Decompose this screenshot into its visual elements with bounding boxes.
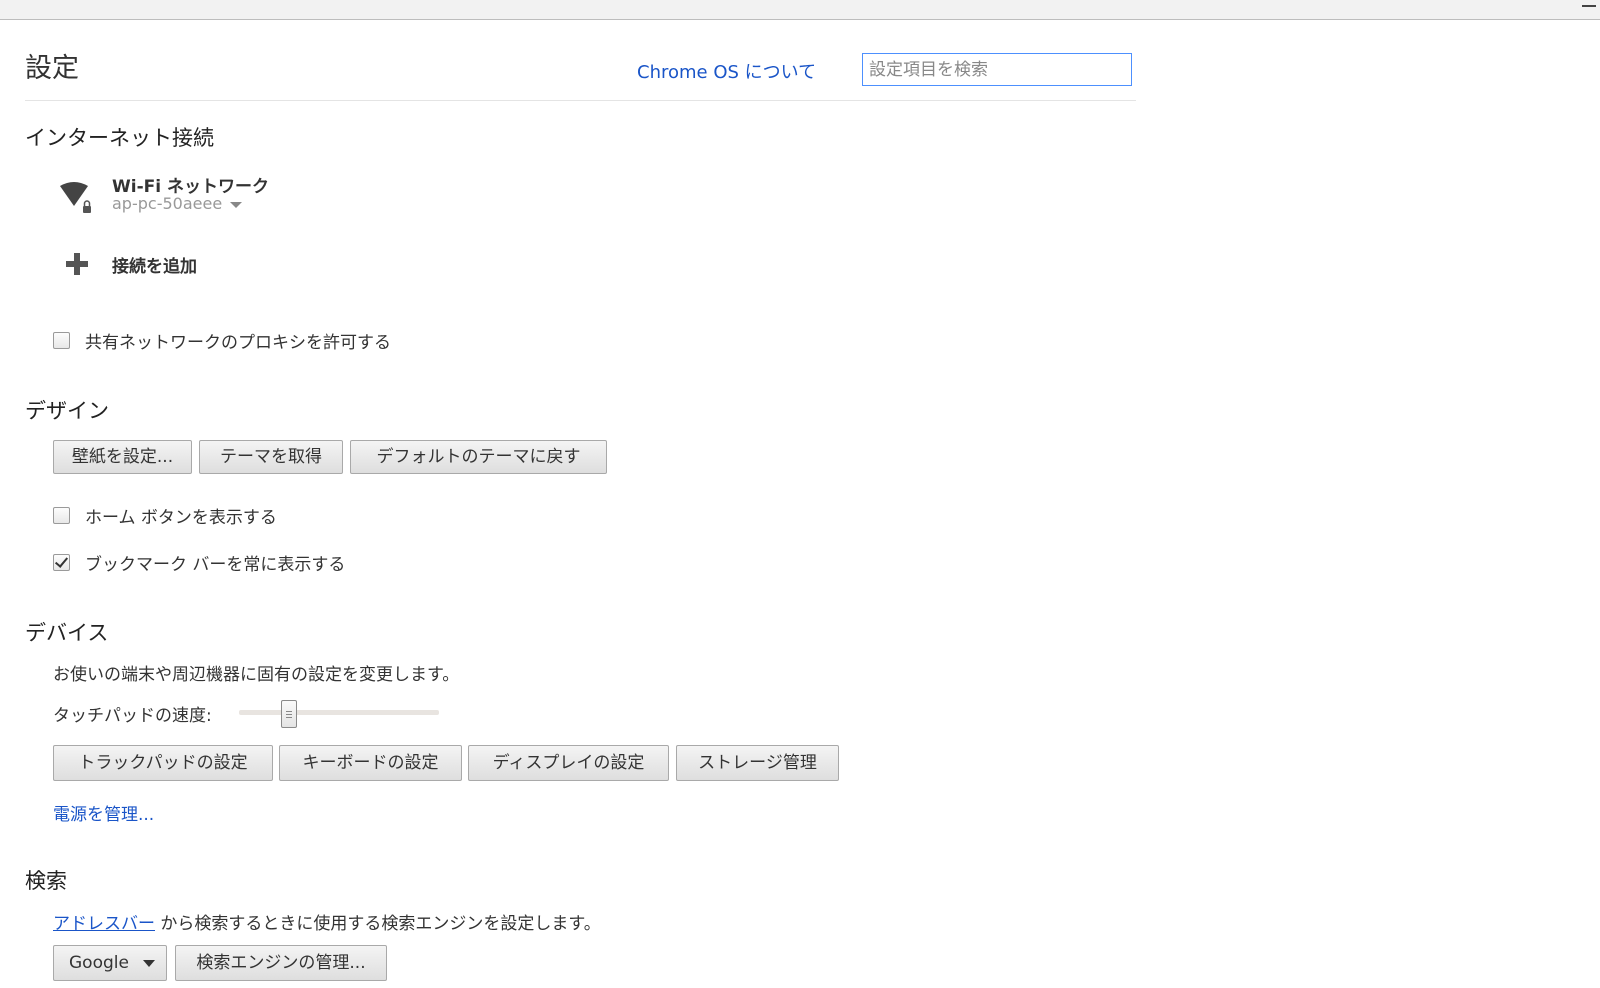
wifi-signal-icon xyxy=(60,182,91,213)
keyboard-settings-button[interactable]: キーボードの設定 xyxy=(279,745,462,781)
search-engine-selected: Google xyxy=(69,953,129,973)
manage-search-engines-button[interactable]: 検索エンジンの管理... xyxy=(175,945,387,981)
display-settings-button[interactable]: ディスプレイの設定 xyxy=(468,745,669,781)
power-settings-link[interactable]: 電源を管理... xyxy=(53,800,154,825)
bookmark-bar-checkbox-label: ブックマーク バーを常に表示する xyxy=(85,555,346,575)
search-description-text: から検索するときに使用する検索エンジンを設定します。 xyxy=(155,914,601,934)
window-title-bar xyxy=(0,0,1600,20)
internet-section-title: インターネット接続 xyxy=(25,126,214,150)
address-bar-link[interactable]: アドレスバー xyxy=(53,914,155,934)
plus-icon[interactable] xyxy=(66,253,88,275)
set-wallpaper-button[interactable]: 壁紙を設定... xyxy=(53,440,192,474)
proxy-checkbox[interactable] xyxy=(53,332,70,349)
chevron-down-icon xyxy=(230,201,243,208)
design-section-title: デザイン xyxy=(25,399,109,423)
storage-management-button[interactable]: ストレージ管理 xyxy=(676,745,839,781)
page-title: 設定 xyxy=(25,53,79,84)
minimize-icon[interactable] xyxy=(1582,5,1596,7)
search-section-title: 検索 xyxy=(25,869,67,893)
touchpad-speed-slider[interactable] xyxy=(239,710,439,715)
device-section-title: デバイス xyxy=(25,621,109,645)
chevron-down-icon xyxy=(142,959,155,967)
home-button-checkbox-label: ホーム ボタンを表示する xyxy=(85,508,277,528)
proxy-checkbox-label: 共有ネットワークのプロキシを許可する xyxy=(85,333,391,353)
touchpad-speed-label: タッチパッドの速度: xyxy=(53,706,212,726)
device-description: お使いの端末や周辺機器に固有の設定を変更します。 xyxy=(53,665,460,685)
settings-search-input[interactable] xyxy=(862,53,1132,86)
slider-thumb[interactable] xyxy=(281,700,297,728)
bookmark-bar-checkbox[interactable] xyxy=(53,554,70,571)
reset-theme-button[interactable]: デフォルトのテーマに戻す xyxy=(350,440,607,474)
home-button-checkbox[interactable] xyxy=(53,507,70,524)
get-themes-button[interactable]: テーマを取得 xyxy=(199,440,343,474)
search-engine-description: アドレスバー から検索するときに使用する検索エンジンを設定します。 xyxy=(53,909,601,934)
network-ssid: ap-pc-50aeee xyxy=(112,194,223,213)
add-connection-button[interactable]: 接続を追加 xyxy=(112,252,197,277)
bookmark-bar-checkbox-row[interactable]: ブックマーク バーを常に表示する xyxy=(53,550,345,575)
network-ssid-dropdown[interactable]: ap-pc-50aeee xyxy=(112,194,243,213)
header-divider xyxy=(25,100,1136,101)
trackpad-settings-button[interactable]: トラックパッドの設定 xyxy=(53,745,273,781)
search-engine-select[interactable]: Google xyxy=(53,945,167,981)
lock-icon xyxy=(83,206,91,213)
home-button-checkbox-row[interactable]: ホーム ボタンを表示する xyxy=(53,503,277,528)
proxy-checkbox-row[interactable]: 共有ネットワークのプロキシを許可する xyxy=(53,328,391,353)
about-chrome-os-link[interactable]: Chrome OS について xyxy=(637,58,816,84)
